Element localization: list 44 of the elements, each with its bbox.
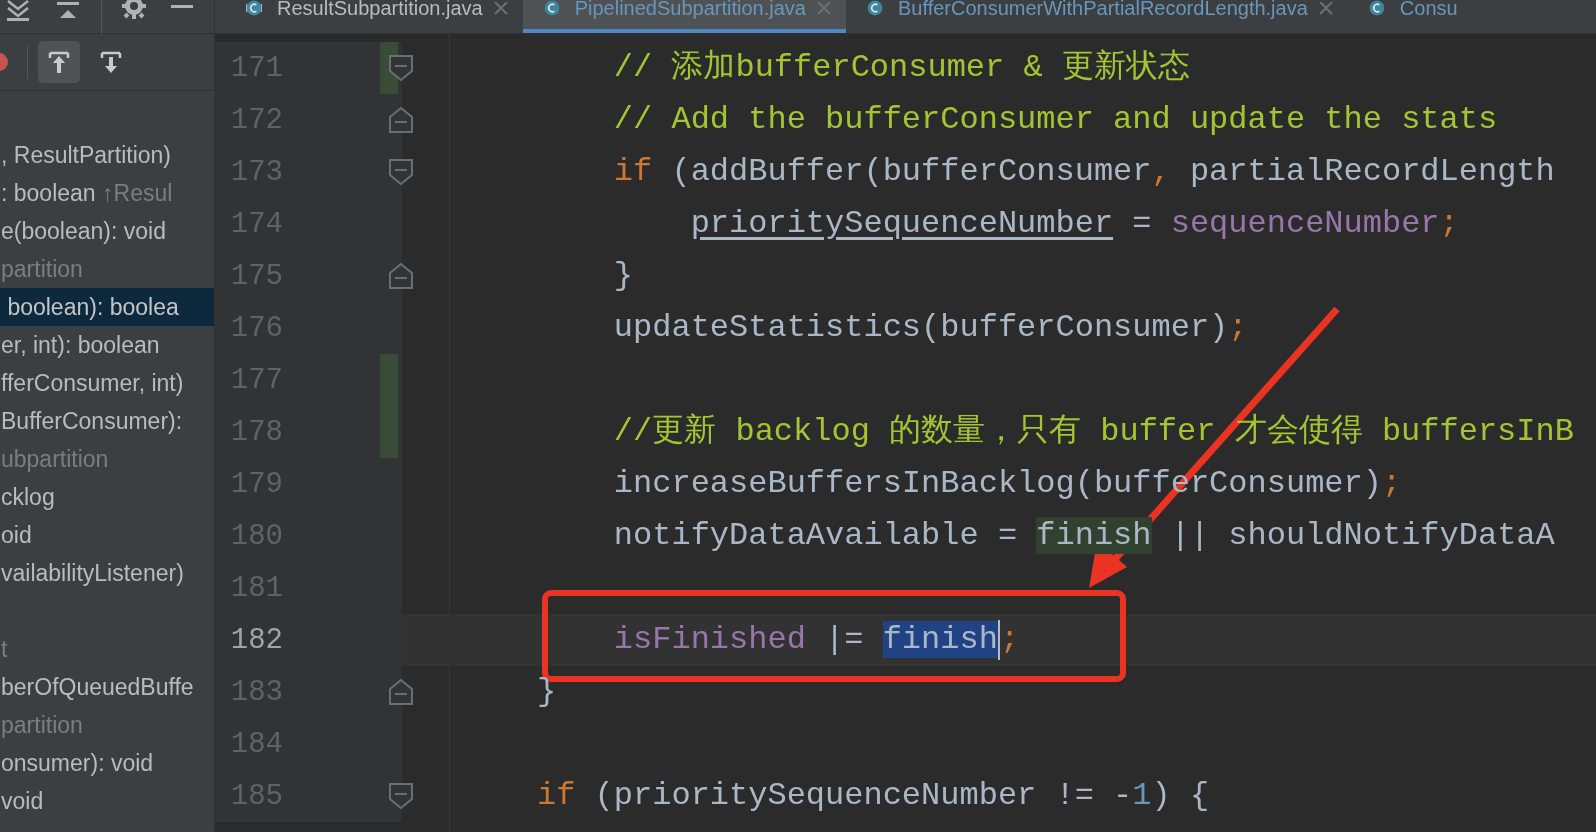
structure-item[interactable]: oid xyxy=(0,516,214,554)
expand-all-icon[interactable] xyxy=(5,0,31,22)
structure-item[interactable]: e(boolean): void xyxy=(0,212,214,250)
structure-item[interactable]: cklog xyxy=(0,478,214,516)
close-icon[interactable] xyxy=(1317,2,1334,16)
structure-item[interactable]: BufferConsumer): xyxy=(0,402,214,440)
code-line: } xyxy=(537,672,557,712)
record-icon[interactable] xyxy=(0,52,9,72)
fold-icon[interactable] xyxy=(389,55,413,81)
structure-item[interactable]: fferConsumer, int) xyxy=(0,364,214,402)
editor-tab[interactable]: ResultSubpartition.java xyxy=(225,0,523,33)
fold-icon[interactable] xyxy=(389,159,413,185)
structure-item[interactable]: , ResultPartition) xyxy=(0,136,214,174)
fold-icon[interactable] xyxy=(389,783,413,809)
structure-item[interactable]: boolean): boolea xyxy=(0,288,214,326)
code-line: // 添加bufferConsumer & 更新状态 xyxy=(612,48,1190,88)
structure-item[interactable]: : boolean xyxy=(1,180,103,206)
scroll-up-button[interactable] xyxy=(38,41,80,83)
editor-tab[interactable]: Consu xyxy=(1347,0,1472,33)
editor-tab[interactable]: BufferConsumerWithPartialRecordLength.java xyxy=(845,0,1348,33)
fold-end-icon[interactable] xyxy=(389,263,413,289)
structure-item[interactable]: vailabilityListener) xyxy=(0,554,214,592)
code-line: if (prioritySequenceNumber != -1) { xyxy=(537,776,1210,816)
structure-item[interactable]: void xyxy=(0,782,214,820)
code-line: isFinished |= finish; xyxy=(612,618,1020,662)
close-icon[interactable] xyxy=(492,2,509,16)
line-number: 182 xyxy=(229,623,283,657)
arrow-up-icon xyxy=(47,49,71,75)
structure-item[interactable]: onsumer): void xyxy=(0,744,214,782)
code-line: } xyxy=(612,256,633,296)
settings-icon[interactable] xyxy=(120,0,148,20)
code-line: if (addBuffer(bufferConsumer, partialRecordLength xyxy=(612,152,1555,192)
structure-item[interactable]: berOfQueuedBuffe xyxy=(0,668,214,706)
code-line: //更新 backlog 的数量，只有 buffer 才会使得 buffersInB xyxy=(612,412,1574,452)
code-line: notifyDataAvailable = finish || shouldNotifyDataA xyxy=(612,516,1555,556)
structure-item[interactable]: er, int): boolean xyxy=(0,326,214,364)
fold-end-icon[interactable] xyxy=(389,107,413,133)
code-line: updateStatistics(bufferConsumer); xyxy=(612,308,1248,348)
code-line: prioritySequenceNumber = sequenceNumber; xyxy=(689,204,1459,244)
arrow-down-icon xyxy=(99,49,123,75)
fold-end-icon[interactable] xyxy=(389,679,413,705)
code-line: // Add the bufferConsumer and update the stats xyxy=(612,100,1498,140)
close-icon[interactable] xyxy=(815,2,832,16)
inherited-from-label: ↑Resul xyxy=(102,180,173,206)
